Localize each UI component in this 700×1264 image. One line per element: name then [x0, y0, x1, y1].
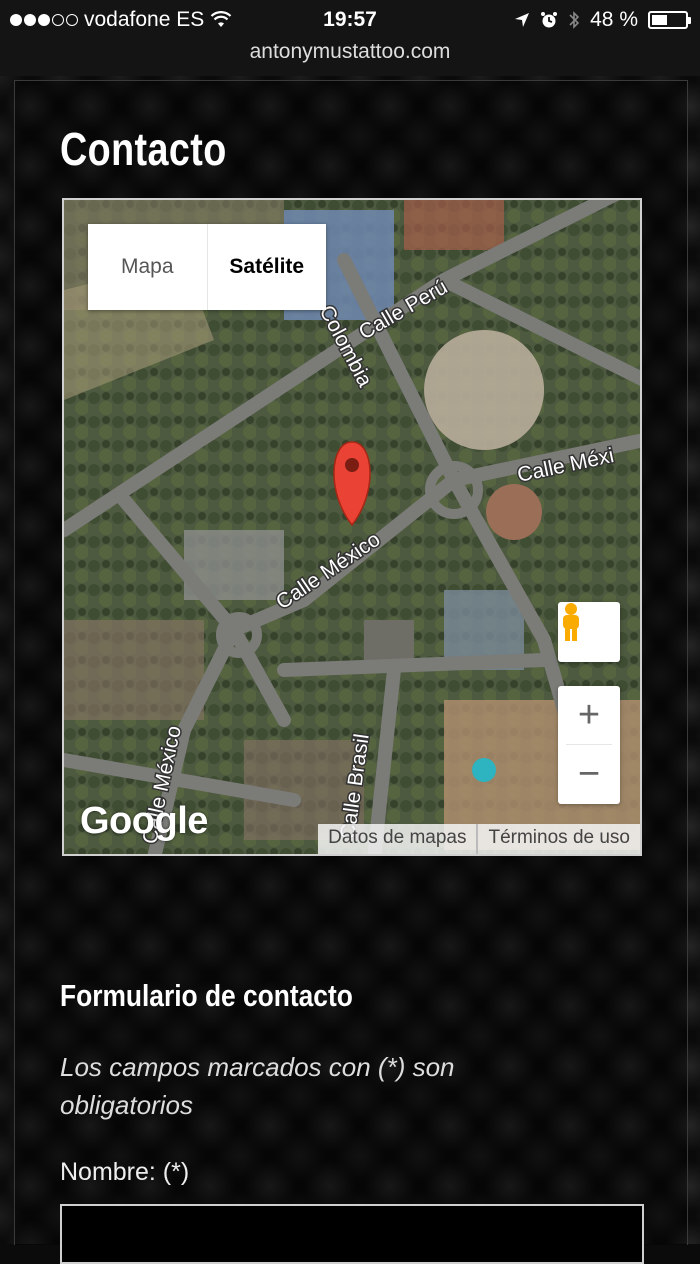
map-type-map-button[interactable]: Mapa — [88, 224, 208, 310]
zoom-in-button[interactable]: + — [558, 686, 620, 744]
battery-percent: 48 % — [590, 8, 638, 31]
street-view-pegman-button[interactable] — [558, 602, 620, 662]
required-fields-note: Los campos marcados con (*) son obligato… — [60, 1052, 455, 1120]
battery-icon — [648, 11, 691, 29]
zoom-control: + − — [558, 686, 620, 804]
terms-of-use-link[interactable]: Términos de uso — [476, 824, 640, 854]
pegman-icon — [563, 603, 579, 641]
map-type-control: Mapa Satélite — [88, 224, 326, 310]
status-right: 48 % — [514, 8, 691, 32]
zoom-out-button[interactable]: − — [558, 745, 620, 803]
name-input[interactable] — [60, 1204, 644, 1264]
map[interactable]: Calle Perú Colombia Calle Méxi Calle Méx… — [62, 198, 642, 856]
status-bar: vodafone ES 19:57 48 % — [0, 0, 700, 40]
form-title: Formulario de contacto — [60, 978, 353, 1013]
map-type-satellite-button[interactable]: Satélite — [208, 224, 327, 310]
name-label: Nombre: (*) — [60, 1158, 190, 1186]
alarm-icon — [541, 12, 558, 28]
url-bar[interactable]: antonymustattoo.com — [0, 36, 700, 76]
bluetooth-icon — [569, 11, 580, 29]
map-data-link[interactable]: Datos de mapas — [318, 824, 477, 854]
url-text: antonymustattoo.com — [249, 40, 451, 63]
map-attribution: Datos de mapas Términos de uso — [318, 824, 640, 854]
google-logo: Google — [80, 800, 208, 842]
page-title: Contacto — [60, 123, 227, 175]
location-arrow-icon — [515, 13, 530, 27]
